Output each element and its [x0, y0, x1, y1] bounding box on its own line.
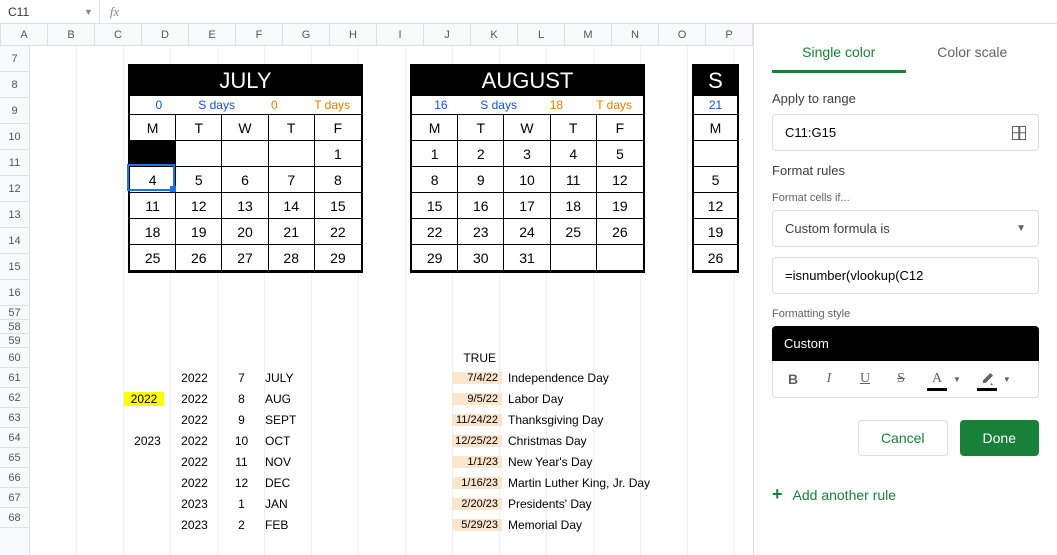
text-color-button[interactable]: A — [927, 369, 947, 389]
year-row: 202211NOV — [124, 452, 325, 472]
col-header-H[interactable]: H — [330, 24, 377, 45]
format-rules-label: Format rules — [772, 163, 1039, 178]
chevron-down-icon: ▼ — [1016, 223, 1026, 234]
row-header-10[interactable]: 10 — [0, 124, 29, 150]
range-input[interactable] — [785, 125, 1012, 140]
holiday-row: 5/29/23Memorial Day — [452, 515, 702, 535]
holiday-row: 11/24/22Thanksgiving Day — [452, 410, 702, 430]
holiday-row: 1/16/23Martin Luther King, Jr. Day — [452, 473, 702, 493]
fx-label: fx — [100, 4, 129, 20]
style-preview: Custom — [772, 326, 1039, 361]
row-header-8[interactable]: 8 — [0, 72, 29, 98]
name-box-dropdown[interactable]: ▼ — [78, 0, 100, 24]
year-row: 20231JAN — [124, 494, 325, 514]
calendar-august: AUGUST16S days18T daysMTWTF1234589101112… — [410, 64, 645, 273]
row-header-68[interactable]: 68 — [0, 508, 29, 528]
fill-color-button[interactable] — [977, 369, 997, 389]
tab-color-scale[interactable]: Color scale — [906, 36, 1040, 73]
conditional-format-panel: Single color Color scale Apply to range … — [753, 24, 1057, 555]
col-header-O[interactable]: O — [659, 24, 706, 45]
range-input-wrap[interactable] — [772, 114, 1039, 151]
col-header-C[interactable]: C — [95, 24, 142, 45]
col-header-G[interactable]: G — [283, 24, 330, 45]
holiday-row: 2/20/23Presidents' Day — [452, 494, 702, 514]
row-header-62[interactable]: 62 — [0, 388, 29, 408]
select-range-icon[interactable] — [1012, 126, 1026, 140]
style-toolbar: B I U S A ▼ ▼ — [772, 361, 1039, 398]
col-header-P[interactable]: P — [706, 24, 753, 45]
format-if-label: Format cells if... — [772, 192, 1039, 204]
row-header-60[interactable]: 60 — [0, 348, 29, 368]
row-header-7[interactable]: 7 — [0, 46, 29, 72]
name-box[interactable] — [0, 1, 78, 23]
cancel-button[interactable]: Cancel — [858, 420, 948, 456]
bold-button[interactable]: B — [783, 369, 803, 389]
col-header-I[interactable]: I — [377, 24, 424, 45]
col-header-B[interactable]: B — [48, 24, 95, 45]
col-header-K[interactable]: K — [471, 24, 518, 45]
row-header-58[interactable]: 58 — [0, 320, 29, 334]
col-header-L[interactable]: L — [518, 24, 565, 45]
col-header-M[interactable]: M — [565, 24, 612, 45]
row-header-14[interactable]: 14 — [0, 228, 29, 254]
col-header-D[interactable]: D — [142, 24, 189, 45]
grid-content[interactable]: JULY0S days0T daysMTWTF14567811121314151… — [30, 46, 753, 555]
year-row: 2023202210OCT — [124, 431, 325, 451]
holiday-row: 12/25/22Christmas Day — [452, 431, 702, 451]
col-header-A[interactable]: A — [1, 24, 48, 45]
row-header-16[interactable]: 16 — [0, 280, 29, 306]
calendar-title: AUGUST — [412, 66, 643, 96]
year-row: 20229SEPT — [124, 410, 325, 430]
row-header-11[interactable]: 11 — [0, 150, 29, 176]
italic-button[interactable]: I — [819, 369, 839, 389]
add-rule-button[interactable]: + Add another rule — [772, 484, 1039, 505]
year-row: 20232FEB — [124, 515, 325, 535]
row-header-61[interactable]: 61 — [0, 368, 29, 388]
done-button[interactable]: Done — [960, 420, 1039, 456]
row-header-63[interactable]: 63 — [0, 408, 29, 428]
row-header-9[interactable]: 9 — [0, 98, 29, 124]
calendar-meta: 21 — [694, 96, 737, 115]
apply-range-label: Apply to range — [772, 91, 1039, 106]
fill-color-caret[interactable]: ▼ — [1003, 375, 1011, 384]
underline-button[interactable]: U — [855, 369, 875, 389]
year-row: 202220228AUG — [124, 389, 325, 409]
calendar-title: JULY — [130, 66, 361, 96]
strikethrough-button[interactable]: S — [891, 369, 911, 389]
holiday-row: 7/4/22Independence Day — [452, 368, 702, 388]
column-headers: ABCDEFGHIJKLMNOPQR — [0, 24, 753, 46]
rule-type-select[interactable]: Custom formula is▼ — [772, 210, 1039, 247]
calendar-meta: 16S days18T days — [412, 96, 643, 115]
calendar-july: JULY0S days0T daysMTWTF14567811121314151… — [128, 64, 363, 273]
col-header-F[interactable]: F — [236, 24, 283, 45]
row-header-15[interactable]: 15 — [0, 254, 29, 280]
tab-single-color[interactable]: Single color — [772, 36, 906, 73]
col-header-N[interactable]: N — [612, 24, 659, 45]
year-row: 202212DEC — [124, 473, 325, 493]
row-header-66[interactable]: 66 — [0, 468, 29, 488]
holiday-row: 1/1/23New Year's Day — [452, 452, 702, 472]
row-headers: + − 789101112131415165758596061626364656… — [0, 46, 30, 555]
year-row: 20227JULY — [124, 368, 325, 388]
text-color-caret[interactable]: ▼ — [953, 375, 961, 384]
row-header-13[interactable]: 13 — [0, 202, 29, 228]
true-cell: TRUE — [453, 348, 500, 368]
col-header-J[interactable]: J — [424, 24, 471, 45]
calendar-meta: 0S days0T days — [130, 96, 361, 115]
holiday-row: 9/5/22Labor Day — [452, 389, 702, 409]
row-header-57[interactable]: 57 — [0, 306, 29, 320]
row-header-12[interactable]: 12 — [0, 176, 29, 202]
custom-formula-input[interactable] — [785, 268, 1026, 283]
row-header-59[interactable]: 59 — [0, 334, 29, 348]
formatting-style-label: Formatting style — [772, 308, 1039, 320]
row-header-64[interactable]: 64 — [0, 428, 29, 448]
calendar-s: S21M5121926 — [692, 64, 739, 273]
row-header-67[interactable]: 67 — [0, 488, 29, 508]
formula-input[interactable] — [129, 1, 1057, 23]
plus-icon: + — [772, 484, 783, 505]
formula-field-wrap[interactable] — [772, 257, 1039, 294]
calendar-title: S — [694, 66, 737, 96]
row-header-65[interactable]: 65 — [0, 448, 29, 468]
col-header-E[interactable]: E — [189, 24, 236, 45]
